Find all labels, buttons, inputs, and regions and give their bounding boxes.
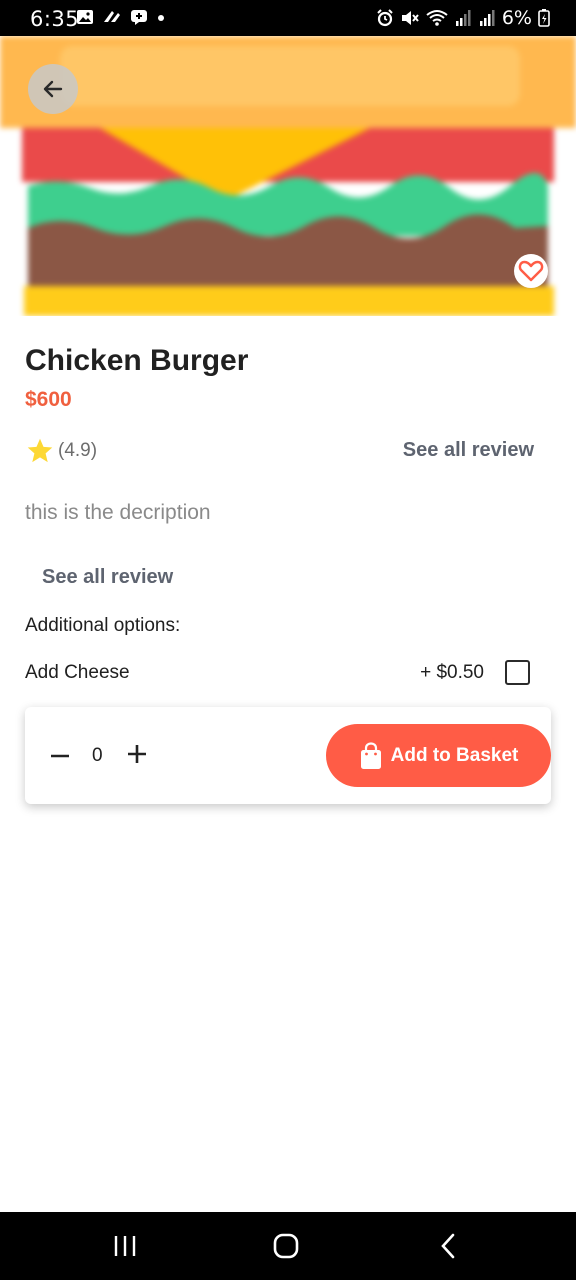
notification-icons [76, 8, 166, 26]
product-title: Chicken Burger [25, 344, 249, 377]
add-to-basket-label: Add to Basket [390, 744, 519, 766]
status-bar: 6:35 6% [0, 0, 576, 36]
system-icons: 6% [376, 7, 550, 29]
battery-percent: 6% [501, 7, 532, 29]
recent-apps-button[interactable] [105, 1230, 145, 1262]
see-all-review-link[interactable]: See all review [403, 439, 534, 462]
alarm-icon [377, 9, 393, 27]
status-time: 6:35 [30, 7, 80, 31]
add-cheese-checkbox[interactable] [505, 660, 530, 685]
recent-apps-icon [114, 1236, 136, 1256]
message-icon [131, 10, 147, 25]
battery-charging-icon [538, 9, 550, 27]
burger-illustration [0, 36, 576, 316]
option-name: Add Cheese [25, 662, 130, 683]
rating: (4.9) [26, 437, 97, 465]
signal-icon [479, 10, 495, 26]
basket-card: 0 Add to Basket [25, 707, 551, 804]
quantity-value: 0 [92, 745, 103, 766]
back-nav-button[interactable] [428, 1230, 468, 1262]
home-button[interactable] [266, 1230, 306, 1262]
minus-icon [51, 754, 69, 758]
additional-options-heading: Additional options: [25, 615, 181, 636]
decrease-quantity-button[interactable] [47, 743, 73, 769]
mute-icon [401, 11, 419, 25]
signal-icon [455, 10, 471, 26]
back-button[interactable] [28, 64, 78, 114]
image-icon [77, 10, 93, 24]
rating-value: (4.9) [58, 440, 98, 461]
favorite-button[interactable] [514, 254, 548, 288]
option-price: + $0.50 [420, 662, 484, 683]
heart-icon [518, 260, 544, 282]
wifi-icon [426, 10, 448, 26]
see-all-review-button[interactable]: See all review [42, 566, 173, 589]
arrow-left-icon [43, 80, 63, 98]
add-to-basket-button[interactable]: Add to Basket [326, 724, 551, 787]
home-icon [273, 1233, 299, 1259]
chevron-left-icon [441, 1233, 455, 1259]
star-icon [27, 438, 53, 463]
product-price: $600 [25, 388, 72, 411]
slack-icon [104, 11, 120, 22]
shopping-bag-icon [360, 741, 381, 769]
product-description: this is the decription [25, 501, 211, 524]
product-image [0, 36, 576, 316]
plus-icon [128, 745, 146, 763]
increase-quantity-button[interactable] [124, 741, 150, 767]
navigation-bar [0, 1212, 576, 1280]
dot-icon [158, 15, 164, 21]
